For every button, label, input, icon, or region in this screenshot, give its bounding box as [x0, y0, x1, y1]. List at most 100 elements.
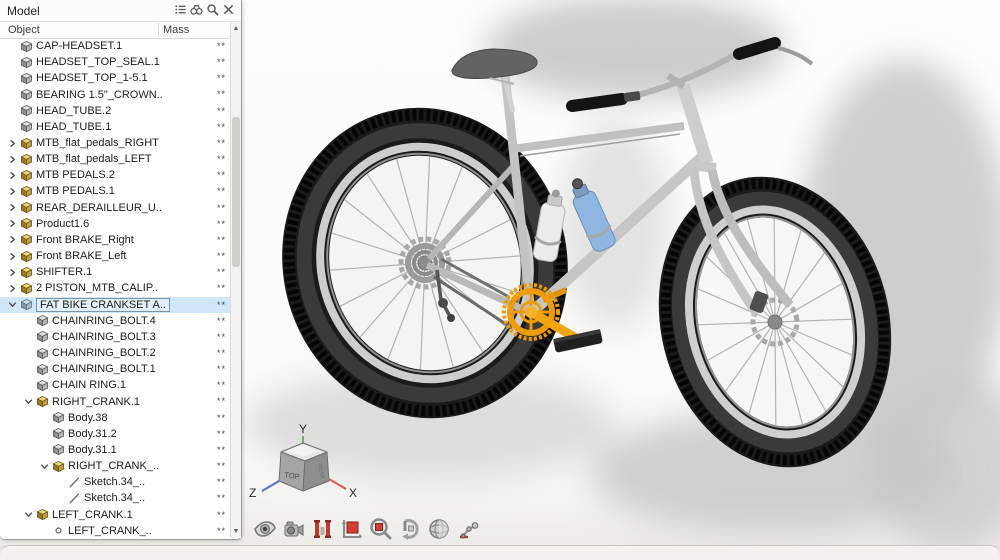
zoom-area-button[interactable]	[368, 515, 394, 543]
tree-row[interactable]: SHIFTER.1**	[0, 264, 230, 280]
fit-all-button[interactable]	[339, 515, 365, 543]
column-divider	[158, 23, 159, 37]
list-icon[interactable]	[173, 2, 189, 18]
tree-scrollbar[interactable]: ▲ ▼	[230, 22, 241, 538]
tree-row-label: HEADSET_TOP_SEAL.1	[36, 56, 160, 68]
left-grip	[572, 99, 622, 106]
tree-row[interactable]: Sketch.34_..**	[0, 490, 230, 506]
tree-row[interactable]: FAT BIKE CRANKSET A..**	[0, 297, 230, 313]
mass-value: **	[217, 332, 226, 342]
tree-row[interactable]: Front BRAKE_Right**	[0, 232, 230, 248]
expand-arrow-icon[interactable]	[6, 187, 19, 196]
mass-value: **	[217, 106, 226, 116]
tree-row[interactable]: MTB PEDALS.2**	[0, 167, 230, 183]
tree-row[interactable]: CHAIN RING.1**	[0, 377, 230, 393]
part-icon	[35, 379, 50, 392]
tree-row[interactable]: Body.31.1**	[0, 442, 230, 458]
tree-row-label: BEARING 1.5"_CROWN..	[36, 89, 163, 101]
expand-arrow-icon[interactable]	[6, 268, 19, 277]
assembly-icon	[19, 137, 34, 150]
tree-row[interactable]: RIGHT_CRANK_..**	[0, 458, 230, 474]
globe-button[interactable]	[426, 515, 452, 543]
tree-row[interactable]: HEAD_TUBE.2**	[0, 103, 230, 119]
collapse-arrow-icon[interactable]	[22, 510, 35, 519]
scrollbar-thumb[interactable]	[232, 117, 240, 267]
expand-arrow-icon[interactable]	[6, 235, 19, 244]
expand-arrow-icon[interactable]	[6, 155, 19, 164]
tree-row[interactable]: MTB PEDALS.1**	[0, 183, 230, 199]
tree-row[interactable]: Product1.6**	[0, 216, 230, 232]
tree-row[interactable]: LEFT_CRANK.1**	[0, 507, 230, 523]
point-icon	[51, 524, 66, 537]
collapse-arrow-icon[interactable]	[6, 300, 19, 309]
assembly-icon	[35, 508, 50, 521]
manipulator-button[interactable]	[455, 515, 481, 543]
mass-value: **	[217, 122, 226, 132]
part-icon	[51, 411, 66, 424]
tree-row-label: Body.31.1	[68, 444, 117, 456]
search-icon[interactable]	[205, 2, 221, 18]
pillars-button[interactable]	[310, 515, 336, 543]
mass-value: **	[217, 203, 226, 213]
assembly-icon	[19, 201, 34, 214]
scroll-up-icon[interactable]: ▲	[231, 22, 241, 35]
part-icon	[35, 347, 50, 360]
tree-row[interactable]: HEADSET_TOP_1-5.1**	[0, 70, 230, 86]
tree-row[interactable]: 2 PISTON_MTB_CALIP..**	[0, 280, 230, 296]
manipulator-icon	[456, 517, 480, 541]
tree-row-label: REAR_DERAILLEUR_U..	[36, 202, 162, 214]
tree-row[interactable]: Body.38**	[0, 410, 230, 426]
column-header-object[interactable]: Object	[8, 24, 40, 36]
assembly-icon	[19, 153, 34, 166]
tree-row[interactable]: CHAINRING_BOLT.4**	[0, 313, 230, 329]
sketch-icon	[67, 492, 82, 505]
expand-arrow-icon[interactable]	[6, 219, 19, 228]
expand-arrow-icon[interactable]	[6, 203, 19, 212]
tree-row[interactable]: Front BRAKE_Left**	[0, 248, 230, 264]
mass-value: **	[217, 235, 226, 245]
tree-row[interactable]: MTB_flat_pedals_RIGHT**	[0, 135, 230, 151]
mass-value: **	[217, 57, 226, 67]
expand-arrow-icon[interactable]	[6, 284, 19, 293]
tree-row[interactable]: CHAINRING_BOLT.1**	[0, 361, 230, 377]
tree-row[interactable]: HEAD_TUBE.1**	[0, 119, 230, 135]
find-icon[interactable]	[189, 2, 205, 18]
tree-row[interactable]: HEADSET_TOP_SEAL.1 **	[0, 54, 230, 70]
column-header-mass[interactable]: Mass	[163, 24, 189, 36]
scroll-down-icon[interactable]: ▼	[231, 525, 241, 538]
mass-value: **	[217, 364, 226, 374]
mass-value: **	[217, 526, 226, 536]
tree-row[interactable]: BEARING 1.5"_CROWN..**	[0, 86, 230, 102]
pillars-icon	[311, 517, 335, 541]
tree-row-label: Body.38	[68, 412, 108, 424]
mass-value: **	[217, 154, 226, 164]
tree-row[interactable]: RIGHT_CRANK.1**	[0, 393, 230, 409]
tree-row[interactable]: LEFT_CRANK_..**	[0, 523, 230, 538]
tree-row[interactable]: CAP-HEADSET.1**	[0, 38, 230, 54]
tree-row[interactable]: Sketch.34_..**	[0, 474, 230, 490]
tree-row[interactable]: MTB_flat_pedals_LEFT**	[0, 151, 230, 167]
tree-row-label: CHAINRING_BOLT.4	[52, 315, 156, 327]
tree-row[interactable]: CHAINRING_BOLT.2**	[0, 345, 230, 361]
assembly-icon	[35, 395, 50, 408]
tree-row[interactable]: CHAINRING_BOLT.3**	[0, 329, 230, 345]
mass-value: **	[217, 429, 226, 439]
assembly-icon	[19, 250, 34, 263]
collapse-arrow-icon[interactable]	[22, 397, 35, 406]
expand-arrow-icon[interactable]	[6, 139, 19, 148]
rotate-view-button[interactable]	[397, 515, 423, 543]
eye-button[interactable]	[252, 515, 278, 543]
expand-arrow-icon[interactable]	[6, 252, 19, 261]
part-icon	[51, 443, 66, 456]
tree-row-label: Sketch.34_..	[84, 476, 145, 488]
camera-button[interactable]	[281, 515, 307, 543]
tree-row[interactable]: Body.31.2**	[0, 426, 230, 442]
part-icon	[35, 363, 50, 376]
close-icon[interactable]	[221, 2, 237, 18]
window-bottom-strip	[0, 545, 1000, 560]
collapse-arrow-icon[interactable]	[38, 462, 51, 471]
mass-value: **	[217, 380, 226, 390]
tree-row[interactable]: REAR_DERAILLEUR_U.. **	[0, 200, 230, 216]
mass-value: **	[217, 461, 226, 471]
expand-arrow-icon[interactable]	[6, 171, 19, 180]
